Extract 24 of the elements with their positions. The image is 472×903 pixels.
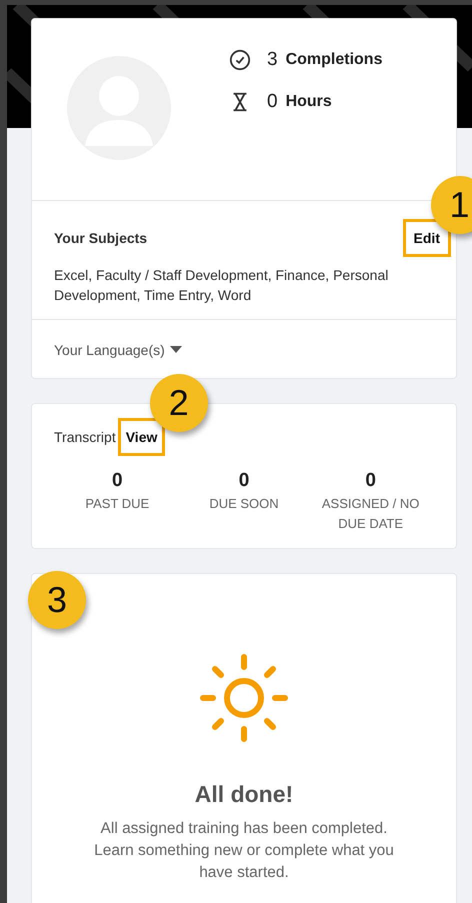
all-done-title: All done! xyxy=(194,781,294,808)
edit-button[interactable]: Edit xyxy=(402,219,451,257)
count-value: 0 xyxy=(112,470,123,492)
all-done-message: All assigned training has been completed. Learn something new or complete what you have started. xyxy=(93,819,395,883)
count-label: ASSIGNED / NO DUE DATE xyxy=(320,495,420,533)
callout-badge: 1 xyxy=(430,176,472,234)
stat-count: 3 xyxy=(267,49,278,71)
count-value: 0 xyxy=(365,470,376,492)
count-label: PAST DUE xyxy=(85,495,150,513)
count-label: DUE SOON xyxy=(209,495,279,513)
subject-list: Excel, Faculty / Staff Development, Finance, Personal Development, Time Entry, Word xyxy=(54,265,434,305)
stat-count: 0 xyxy=(267,91,278,113)
check-circle-icon xyxy=(229,49,251,71)
count-value: 0 xyxy=(238,470,250,492)
language-dropdown[interactable]: Your Language(s) xyxy=(54,342,182,358)
stat-label: Hours xyxy=(286,93,332,111)
view-button[interactable]: View xyxy=(118,418,166,456)
section-title: Your Subjects xyxy=(54,230,148,246)
caret-icon xyxy=(170,346,182,354)
transcript-title: Transcript xyxy=(54,429,116,445)
callout-badge: 3 xyxy=(28,571,86,629)
stat-label: Completions xyxy=(286,51,382,69)
callout-badge: 2 xyxy=(150,374,208,432)
sun-icon xyxy=(199,653,289,743)
